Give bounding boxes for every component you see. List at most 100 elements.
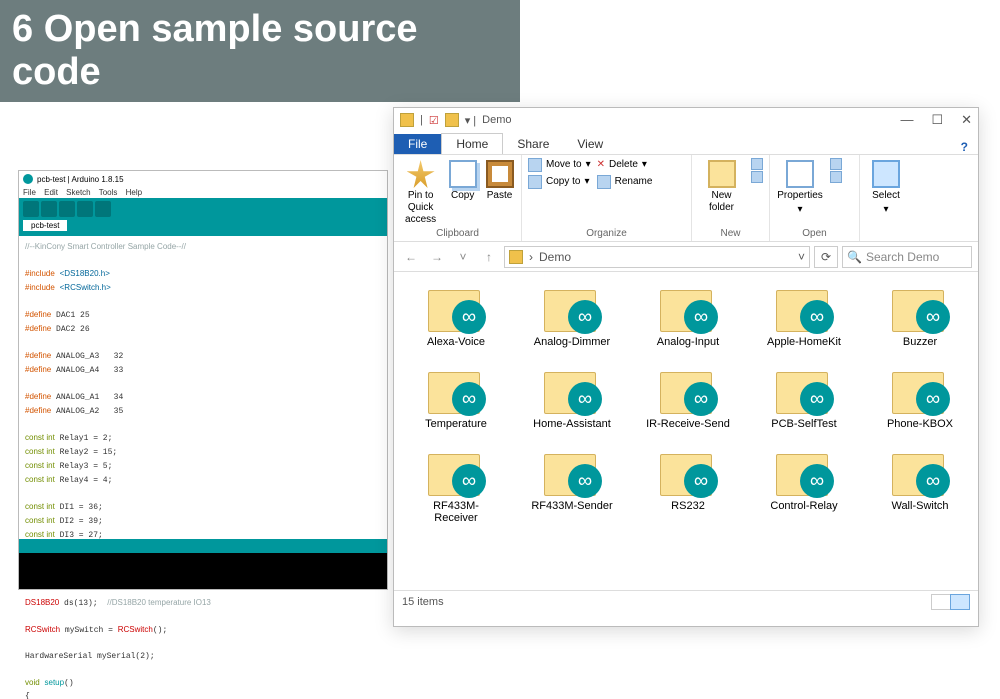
folder-item[interactable]: Apple-HomeKit [760,284,848,348]
history-button[interactable] [830,171,842,183]
qat-title: Demo [482,114,511,126]
folder-grid[interactable]: Alexa-Voice Analog-Dimmer Analog-Input Appl… [394,272,978,590]
rename-button[interactable]: Rename [597,175,653,189]
up-button[interactable]: ↑ [478,250,500,264]
icons-view-button[interactable] [950,594,970,610]
arduino-menubar[interactable]: File Edit Sketch Tools Help [19,187,387,198]
new-item-button[interactable] [751,158,763,170]
arduino-folder-icon [660,284,716,332]
folder-item[interactable]: Alexa-Voice [412,284,500,348]
folder-item[interactable]: RS232 [644,448,732,524]
folder-item[interactable]: RF433M-Sender [528,448,616,524]
code-editor[interactable]: //--KinCony Smart Controller Sample Code… [19,236,387,699]
minimize-button[interactable]: — [900,112,913,128]
folder-label: Phone-KBOX [887,418,953,430]
select-button[interactable]: Select▾ [866,158,906,216]
menu-file[interactable]: File [23,188,36,197]
folder-label: Alexa-Voice [427,336,485,348]
back-button[interactable]: ← [400,250,422,264]
search-placeholder: Search Demo [866,250,939,264]
qat-dropdown-icon[interactable]: ▾ | [465,114,476,127]
save-button[interactable] [95,201,111,217]
address-bar[interactable]: › Demo ˅ [504,246,810,268]
step-banner: 6 Open sample source code [0,0,520,102]
group-open-label: Open [776,228,853,239]
maximize-button[interactable]: ☐ [931,112,943,128]
folder-label: IR-Receive-Send [646,418,730,430]
qat-check-icon[interactable]: ☑ [429,114,439,127]
paste-button[interactable]: Paste [484,158,515,202]
folder-item[interactable]: Analog-Dimmer [528,284,616,348]
open-button[interactable] [830,158,842,170]
folder-item[interactable]: Buzzer [876,284,964,348]
copy-button[interactable]: Copy [447,158,478,202]
folder-item[interactable]: Home-Assistant [528,366,616,430]
folder-label: Apple-HomeKit [767,336,841,348]
properties-button[interactable]: Properties▾ [776,158,824,216]
folder-item[interactable]: Phone-KBOX [876,366,964,430]
arduino-folder-icon [776,366,832,414]
tab-share[interactable]: Share [503,134,563,154]
menu-help[interactable]: Help [126,188,142,197]
arduino-logo-icon [23,174,33,184]
new-folder-button[interactable]: New folder [698,158,745,214]
folder-item[interactable]: Control-Relay [760,448,848,524]
folder-icon [400,113,414,127]
status-bar: 15 items [394,590,978,612]
arduino-folder-icon [776,284,832,332]
menu-sketch[interactable]: Sketch [66,188,90,197]
arduino-folder-icon [544,366,600,414]
verify-button[interactable] [23,201,39,217]
copy-to-button[interactable]: Copy to ▾ [528,175,591,189]
arduino-tabbar: pcb-test [19,220,387,236]
folder-item[interactable]: Analog-Input [644,284,732,348]
folder-icon [509,250,523,264]
folder-item[interactable]: RF433M-Receiver [412,448,500,524]
folder-item[interactable]: Temperature [412,366,500,430]
open-button[interactable] [77,201,93,217]
new-button[interactable] [59,201,75,217]
easy-access-button[interactable] [751,171,763,183]
folder-label: RF433M-Sender [531,500,612,512]
move-to-button[interactable]: Move to ▾ [528,158,591,172]
refresh-button[interactable]: ⟳ [814,246,838,268]
search-icon: 🔍 [847,250,862,264]
folder-item[interactable]: Wall-Switch [876,448,964,524]
arduino-folder-icon [428,366,484,414]
folder-label: Analog-Input [657,336,719,348]
help-icon[interactable]: ? [961,140,968,154]
explorer-qat: | ☑ ▾ | Demo — ☐ ✕ [394,108,978,132]
folder-item[interactable]: PCB-SelfTest [760,366,848,430]
pin-quick-access-button[interactable]: Pin to Quick access [400,158,441,226]
group-new-label: New [698,228,763,239]
upload-button[interactable] [41,201,57,217]
item-count: 15 items [402,596,444,608]
arduino-folder-icon [892,366,948,414]
breadcrumb-folder[interactable]: Demo [539,250,571,264]
menu-tools[interactable]: Tools [99,188,118,197]
arduino-folder-icon [776,448,832,496]
folder-label: Buzzer [903,336,937,348]
folder-icon [445,113,459,127]
recent-button[interactable]: ˅ [452,250,474,264]
arduino-folder-icon [892,448,948,496]
delete-button[interactable]: ✕Delete ▾ [597,158,653,172]
breadcrumb-dropdown-icon[interactable]: ˅ [798,250,805,264]
arduino-console [19,539,387,589]
search-input[interactable]: 🔍 Search Demo [842,246,972,268]
qat-divider: | [420,114,423,126]
file-explorer-window: | ☑ ▾ | Demo — ☐ ✕ File Home Share View … [393,107,979,627]
folder-label: RF433M-Receiver [412,500,500,524]
group-organize-label: Organize [528,228,685,239]
tab-view[interactable]: View [563,134,617,154]
forward-button[interactable]: → [426,250,448,264]
arduino-ide-window: pcb-test | Arduino 1.8.15 File Edit Sket… [18,170,388,590]
details-view-button[interactable] [931,594,951,610]
tab-home[interactable]: Home [441,133,503,154]
menu-edit[interactable]: Edit [44,188,58,197]
folder-label: Wall-Switch [891,500,948,512]
sketch-tab[interactable]: pcb-test [23,220,67,231]
tab-file[interactable]: File [394,134,441,154]
folder-item[interactable]: IR-Receive-Send [644,366,732,430]
close-button[interactable]: ✕ [961,112,972,128]
